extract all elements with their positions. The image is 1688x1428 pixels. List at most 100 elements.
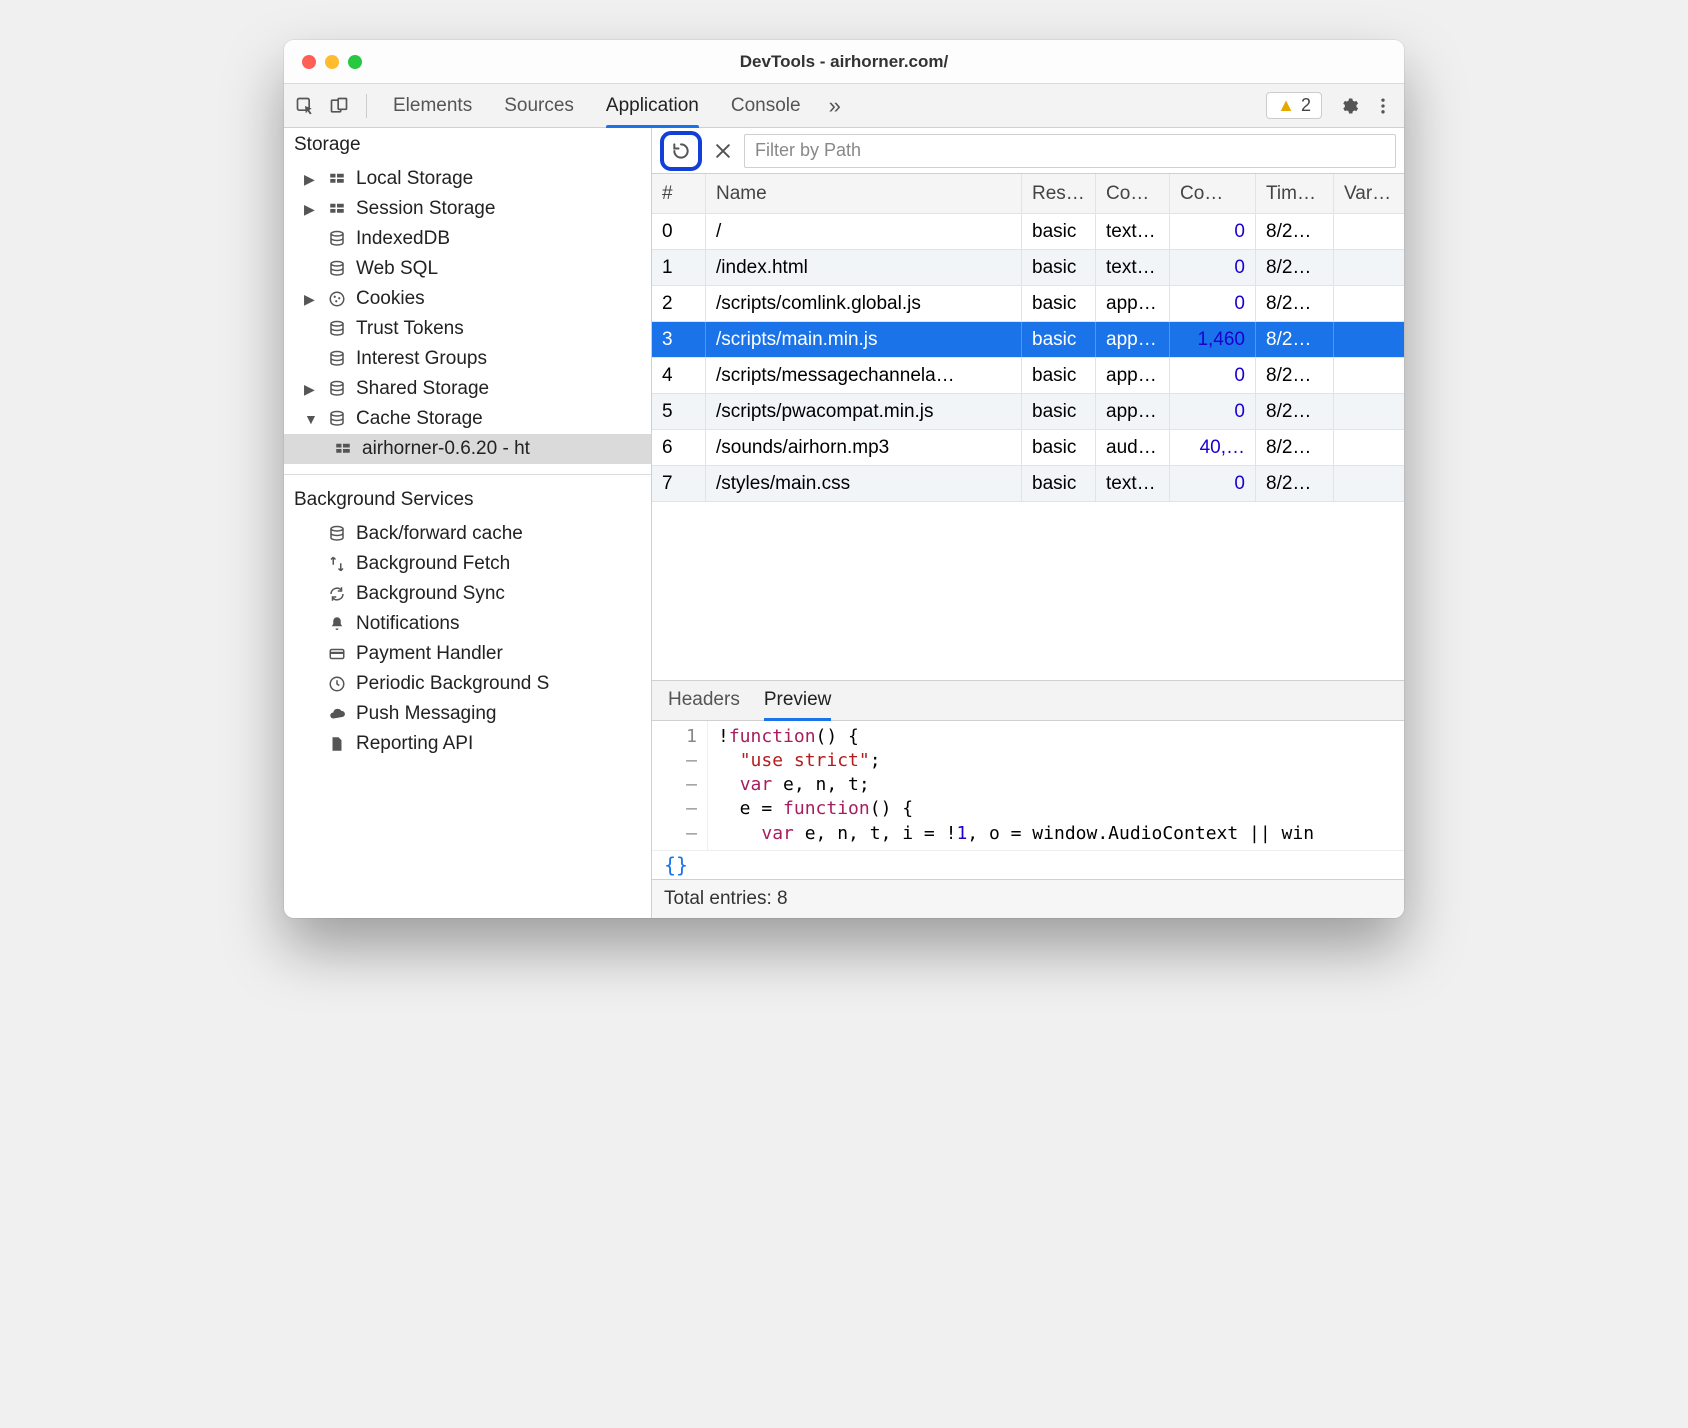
cell-content-length: 1,460 xyxy=(1170,322,1256,357)
settings-gear-icon[interactable] xyxy=(1334,91,1364,121)
sidebar: Storage ▶ Local Storage▶ Session Storage… xyxy=(284,128,652,918)
sidebar-item-indexeddb[interactable]: IndexedDB xyxy=(284,224,651,254)
db-icon xyxy=(326,380,348,398)
sidebar-item-periodic-background-s[interactable]: Periodic Background S xyxy=(284,669,651,699)
sidebar-item-interest-groups[interactable]: Interest Groups xyxy=(284,344,651,374)
close-window[interactable] xyxy=(302,55,316,69)
sidebar-item-local-storage[interactable]: ▶ Local Storage xyxy=(284,164,651,194)
cell-name: /index.html xyxy=(706,250,1022,285)
tab-headers[interactable]: Headers xyxy=(668,681,740,720)
cache-toolbar: Filter by Path xyxy=(652,128,1404,174)
grid-icon xyxy=(332,440,354,458)
cell-response: basic xyxy=(1022,250,1096,285)
warnings-badge[interactable]: ▲ 2 xyxy=(1266,92,1322,119)
tab-sources[interactable]: Sources xyxy=(490,84,588,127)
cell-content-type: app… xyxy=(1096,394,1170,429)
col-response[interactable]: Res… xyxy=(1022,174,1096,213)
cell-vary xyxy=(1334,394,1404,429)
pretty-print-braces-icon[interactable]: {} xyxy=(652,850,1404,879)
col-content-length[interactable]: Co… xyxy=(1170,174,1256,213)
cell-response: basic xyxy=(1022,394,1096,429)
cell-time-cached: 8/2… xyxy=(1256,286,1334,321)
cell-response: basic xyxy=(1022,430,1096,465)
sidebar-item-background-fetch[interactable]: Background Fetch xyxy=(284,549,651,579)
table-row[interactable]: 2 /scripts/comlink.global.js basic app… … xyxy=(652,286,1404,322)
db-icon xyxy=(326,260,348,278)
cache-table: # Name Res… Co… Co… Tim… Var… 0 / basic … xyxy=(652,174,1404,680)
sidebar-item-back-forward-cache[interactable]: Back/forward cache xyxy=(284,519,651,549)
tab-elements[interactable]: Elements xyxy=(379,84,486,127)
zoom-window[interactable] xyxy=(348,55,362,69)
sidebar-item-cookies[interactable]: ▶ Cookies xyxy=(284,284,651,314)
sidebar-item-airhorner-0-6-20-ht[interactable]: airhorner-0.6.20 - ht xyxy=(284,434,651,464)
cell-time-cached: 8/2… xyxy=(1256,394,1334,429)
cell-vary xyxy=(1334,250,1404,285)
sidebar-item-session-storage[interactable]: ▶ Session Storage xyxy=(284,194,651,224)
sidebar-item-label: Background Fetch xyxy=(356,553,510,575)
cell-time-cached: 8/2… xyxy=(1256,466,1334,501)
cell-index: 1 xyxy=(652,250,706,285)
cell-vary xyxy=(1334,286,1404,321)
db-icon xyxy=(326,320,348,338)
tab-preview[interactable]: Preview xyxy=(764,681,832,720)
tab-application[interactable]: Application xyxy=(592,84,713,127)
detail-tabs: Headers Preview xyxy=(652,681,1404,721)
clear-icon[interactable] xyxy=(710,141,736,161)
sidebar-item-reporting-api[interactable]: Reporting API xyxy=(284,729,651,759)
cell-response: basic xyxy=(1022,322,1096,357)
traffic-lights xyxy=(284,55,362,69)
col-vary[interactable]: Var… xyxy=(1334,174,1404,213)
cell-index: 6 xyxy=(652,430,706,465)
refresh-icon[interactable] xyxy=(668,141,694,161)
sidebar-item-notifications[interactable]: Notifications xyxy=(284,609,651,639)
cell-content-length: 0 xyxy=(1170,250,1256,285)
sidebar-item-payment-handler[interactable]: Payment Handler xyxy=(284,639,651,669)
cell-content-type: app… xyxy=(1096,286,1170,321)
sync-icon xyxy=(326,585,348,603)
footer-total: Total entries: 8 xyxy=(652,879,1404,918)
cell-content-type: app… xyxy=(1096,322,1170,357)
col-content-type[interactable]: Co… xyxy=(1096,174,1170,213)
tab-console[interactable]: Console xyxy=(717,84,815,127)
refresh-button-highlight xyxy=(660,131,702,171)
sidebar-item-cache-storage[interactable]: ▼ Cache Storage xyxy=(284,404,651,434)
cell-name: /scripts/main.min.js xyxy=(706,322,1022,357)
cell-index: 3 xyxy=(652,322,706,357)
table-row[interactable]: 0 / basic text… 0 8/2… xyxy=(652,214,1404,250)
sidebar-item-push-messaging[interactable]: Push Messaging xyxy=(284,699,651,729)
detail-pane: Headers Preview 1 – – – – !function() { … xyxy=(652,680,1404,918)
device-toggle-icon[interactable] xyxy=(324,91,354,121)
table-row[interactable]: 1 /index.html basic text… 0 8/2… xyxy=(652,250,1404,286)
sidebar-item-background-sync[interactable]: Background Sync xyxy=(284,579,651,609)
code-body[interactable]: !function() { "use strict"; var e, n, t;… xyxy=(708,721,1404,850)
sidebar-item-web-sql[interactable]: Web SQL xyxy=(284,254,651,284)
kebab-menu-icon[interactable] xyxy=(1368,91,1398,121)
table-body: 0 / basic text… 0 8/2… 1 /index.html bas… xyxy=(652,214,1404,502)
cell-index: 5 xyxy=(652,394,706,429)
sidebar-item-shared-storage[interactable]: ▶ Shared Storage xyxy=(284,374,651,404)
tree-arrow-icon: ▼ xyxy=(304,411,318,427)
sidebar-item-trust-tokens[interactable]: Trust Tokens xyxy=(284,314,651,344)
cell-content-length: 0 xyxy=(1170,286,1256,321)
sidebar-item-label: Cookies xyxy=(356,288,425,310)
devtools-tabstrip: Elements Sources Application Console » ▲… xyxy=(284,84,1404,128)
table-row[interactable]: 3 /scripts/main.min.js basic app… 1,460 … xyxy=(652,322,1404,358)
filter-input[interactable]: Filter by Path xyxy=(744,134,1396,168)
bg-section-title: Background Services xyxy=(284,483,651,517)
table-row[interactable]: 4 /scripts/messagechannela… basic app… 0… xyxy=(652,358,1404,394)
col-time-cached[interactable]: Tim… xyxy=(1256,174,1334,213)
tabs-overflow[interactable]: » xyxy=(819,93,851,119)
storage-section-title: Storage xyxy=(284,128,651,162)
cell-content-length: 40,… xyxy=(1170,430,1256,465)
cell-response: basic xyxy=(1022,214,1096,249)
inspect-element-icon[interactable] xyxy=(290,91,320,121)
table-row[interactable]: 7 /styles/main.css basic text… 0 8/2… xyxy=(652,466,1404,502)
col-index[interactable]: # xyxy=(652,174,706,213)
minimize-window[interactable] xyxy=(325,55,339,69)
cell-time-cached: 8/2… xyxy=(1256,250,1334,285)
sidebar-item-label: Session Storage xyxy=(356,198,495,220)
table-row[interactable]: 5 /scripts/pwacompat.min.js basic app… 0… xyxy=(652,394,1404,430)
table-row[interactable]: 6 /sounds/airhorn.mp3 basic aud… 40,… 8/… xyxy=(652,430,1404,466)
cell-index: 7 xyxy=(652,466,706,501)
col-name[interactable]: Name xyxy=(706,174,1022,213)
